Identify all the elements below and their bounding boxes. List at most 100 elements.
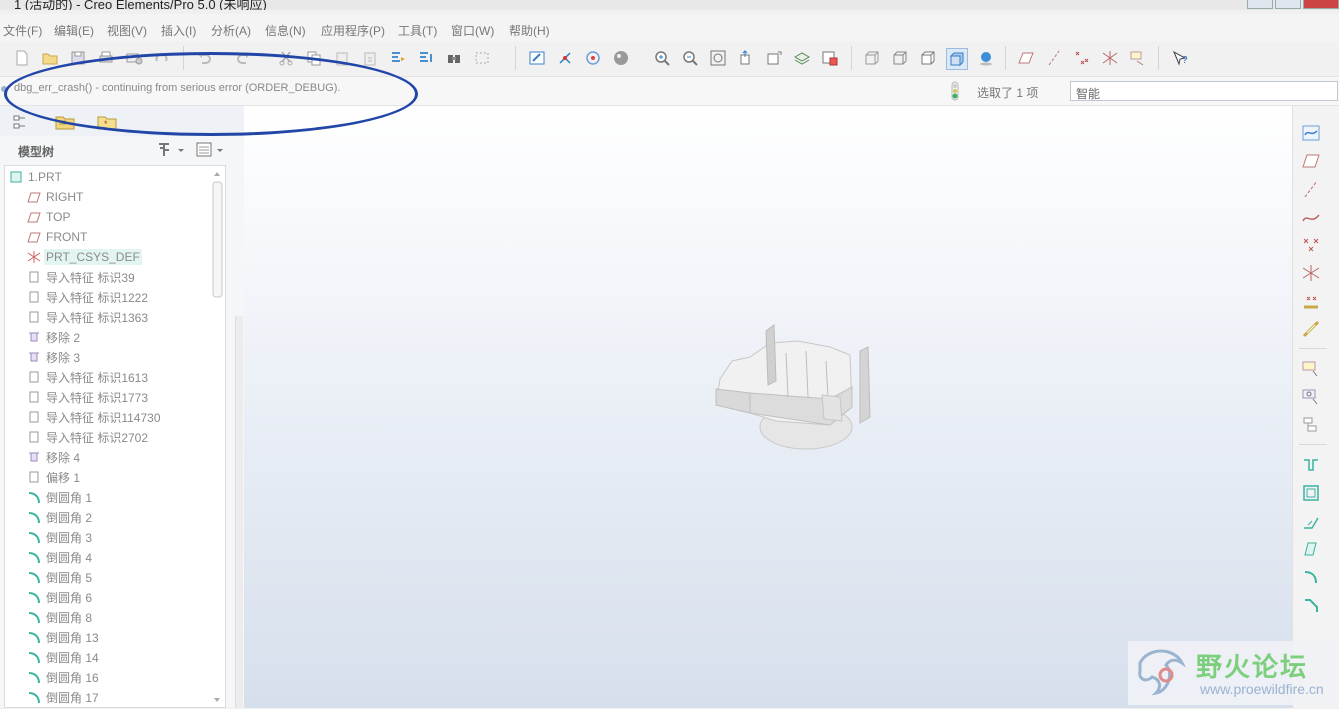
print-icon[interactable] <box>96 48 116 68</box>
spin-center-icon[interactable] <box>555 48 575 68</box>
part-model[interactable] <box>710 321 882 453</box>
selection-filter-dropdown[interactable]: 智能 <box>1070 81 1338 101</box>
datum-axis-display-icon[interactable] <box>1044 48 1064 68</box>
extrude-tool-icon[interactable] <box>1299 358 1323 380</box>
tree-item[interactable]: 移除 3 <box>27 347 80 367</box>
tree-item[interactable]: 倒圆角 13 <box>27 627 99 647</box>
menu-analysis[interactable]: 分析(A) <box>211 22 251 39</box>
regenerate-icon[interactable] <box>152 48 172 68</box>
datum-insert-icon[interactable] <box>1299 318 1323 340</box>
menu-help[interactable]: 帮助(H) <box>509 22 550 39</box>
saved-views-icon[interactable] <box>764 48 784 68</box>
annotation-display-icon[interactable] <box>1128 48 1148 68</box>
tree-item[interactable]: 偏移 1 <box>27 467 80 487</box>
tree-root-part[interactable]: 1.PRT <box>9 167 62 187</box>
tree-item-csys[interactable]: PRT_CSYS_DEF <box>27 247 142 267</box>
enhanced-realism-icon[interactable] <box>976 48 996 68</box>
favorites-tab-icon[interactable]: * <box>96 112 118 132</box>
paste-special-icon[interactable] <box>360 48 380 68</box>
tree-item[interactable]: 倒圆角 8 <box>27 607 92 627</box>
tree-item[interactable]: 倒圆角 17 <box>27 687 99 707</box>
shell-tool-icon[interactable] <box>1299 482 1323 504</box>
menu-view[interactable]: 视图(V) <box>107 22 147 39</box>
panel-splitter[interactable] <box>235 316 243 708</box>
hole-tool-icon[interactable] <box>1299 454 1323 476</box>
zoom-in-icon[interactable] <box>652 48 672 68</box>
menu-window[interactable]: 窗口(W) <box>451 22 494 39</box>
tree-item[interactable]: 导入特征 标识1363 <box>27 307 148 327</box>
context-help-icon[interactable]: ? <box>1170 48 1190 68</box>
revolve-tool-icon[interactable] <box>1299 386 1323 408</box>
csys-tool-icon[interactable] <box>1299 262 1323 284</box>
datum-plane-tool-icon[interactable] <box>1299 150 1323 172</box>
menu-file[interactable]: 文件(F) <box>3 22 42 39</box>
model-tree-tab-icon[interactable] <box>12 112 34 132</box>
cut-icon[interactable] <box>276 48 296 68</box>
tree-scrollbar[interactable] <box>210 168 224 706</box>
chamfer-tool-icon[interactable] <box>1299 594 1323 616</box>
menu-info[interactable]: 信息(N) <box>265 22 306 39</box>
tree-item[interactable]: 导入特征 标识1773 <box>27 387 148 407</box>
menu-tools[interactable]: 工具(T) <box>398 22 437 39</box>
tree-item[interactable]: 倒圆角 4 <box>27 547 92 567</box>
sketch-tool-icon[interactable] <box>1299 122 1323 144</box>
model-tree[interactable]: 1.PRT RIGHT TOP FRONT PRT_CSYS_DEF 导入特征 标识39 导… <box>4 165 226 708</box>
tree-item[interactable]: 倒圆角 1 <box>27 487 92 507</box>
tree-settings-icon[interactable] <box>156 141 186 159</box>
menu-edit[interactable]: 编辑(E) <box>54 22 94 39</box>
tree-item-top[interactable]: TOP <box>27 207 70 227</box>
send-mail-icon[interactable] <box>124 48 144 68</box>
tree-item[interactable]: 倒圆角 2 <box>27 507 92 527</box>
datum-curve-tool-icon[interactable] <box>1299 206 1323 228</box>
zoom-out-icon[interactable] <box>680 48 700 68</box>
appearance-gallery-icon[interactable] <box>611 48 631 68</box>
open-folder-icon[interactable] <box>40 48 60 68</box>
tree-item[interactable]: 导入特征 标识114730 <box>27 407 161 427</box>
repaint-icon[interactable] <box>527 48 547 68</box>
save-icon[interactable] <box>68 48 88 68</box>
reorient-icon[interactable] <box>736 48 756 68</box>
tree-item[interactable]: 移除 4 <box>27 447 80 467</box>
layers-icon[interactable] <box>792 48 812 68</box>
orient-mode-icon[interactable] <box>583 48 603 68</box>
shading-icon[interactable] <box>946 48 968 70</box>
refit-icon[interactable] <box>708 48 728 68</box>
draft-tool-icon[interactable] <box>1299 538 1323 560</box>
tree-item-front[interactable]: FRONT <box>27 227 87 247</box>
redo-icon[interactable] <box>234 48 254 68</box>
menu-applications[interactable]: 应用程序(P) <box>321 22 385 39</box>
tree-item[interactable]: 倒圆角 5 <box>27 567 92 587</box>
hidden-line-icon[interactable] <box>890 48 910 68</box>
csys-display-icon[interactable] <box>1100 48 1120 68</box>
tree-item-right[interactable]: RIGHT <box>27 187 83 207</box>
rib-tool-icon[interactable] <box>1299 510 1323 532</box>
tree-item[interactable]: 移除 2 <box>27 327 80 347</box>
maximize-button[interactable] <box>1275 0 1301 9</box>
close-button[interactable] <box>1303 0 1339 9</box>
tree-item[interactable]: 导入特征 标识1613 <box>27 367 148 387</box>
no-hidden-icon[interactable] <box>918 48 938 68</box>
datum-plane-display-icon[interactable] <box>1016 48 1036 68</box>
analysis-feature-icon[interactable] <box>1299 290 1323 312</box>
tree-item[interactable]: 导入特征 标识39 <box>27 267 135 287</box>
datum-axis-tool-icon[interactable] <box>1299 178 1323 200</box>
minimize-button[interactable] <box>1247 0 1273 9</box>
tree-item[interactable]: 导入特征 标识1222 <box>27 287 148 307</box>
round-tool-icon[interactable] <box>1299 566 1323 588</box>
wireframe-icon[interactable] <box>862 48 882 68</box>
sweep-tool-icon[interactable] <box>1299 414 1323 436</box>
view-manager-icon[interactable] <box>820 48 840 68</box>
undo-icon[interactable] <box>194 48 214 68</box>
regen-manager-icon[interactable] <box>416 48 436 68</box>
tree-item[interactable]: 倒圆角 16 <box>27 667 99 687</box>
datum-point-tool-icon[interactable] <box>1299 234 1323 256</box>
folder-browser-tab-icon[interactable] <box>54 112 76 132</box>
tree-item[interactable]: 倒圆角 14 <box>27 647 99 667</box>
paste-icon[interactable] <box>332 48 352 68</box>
copy-icon[interactable] <box>304 48 324 68</box>
graphics-window[interactable] <box>244 106 1292 708</box>
tree-item[interactable]: 倒圆角 6 <box>27 587 92 607</box>
tree-columns-icon[interactable] <box>196 141 228 159</box>
tree-item[interactable]: 倒圆角 3 <box>27 527 92 547</box>
menu-insert[interactable]: 插入(I) <box>161 22 196 39</box>
